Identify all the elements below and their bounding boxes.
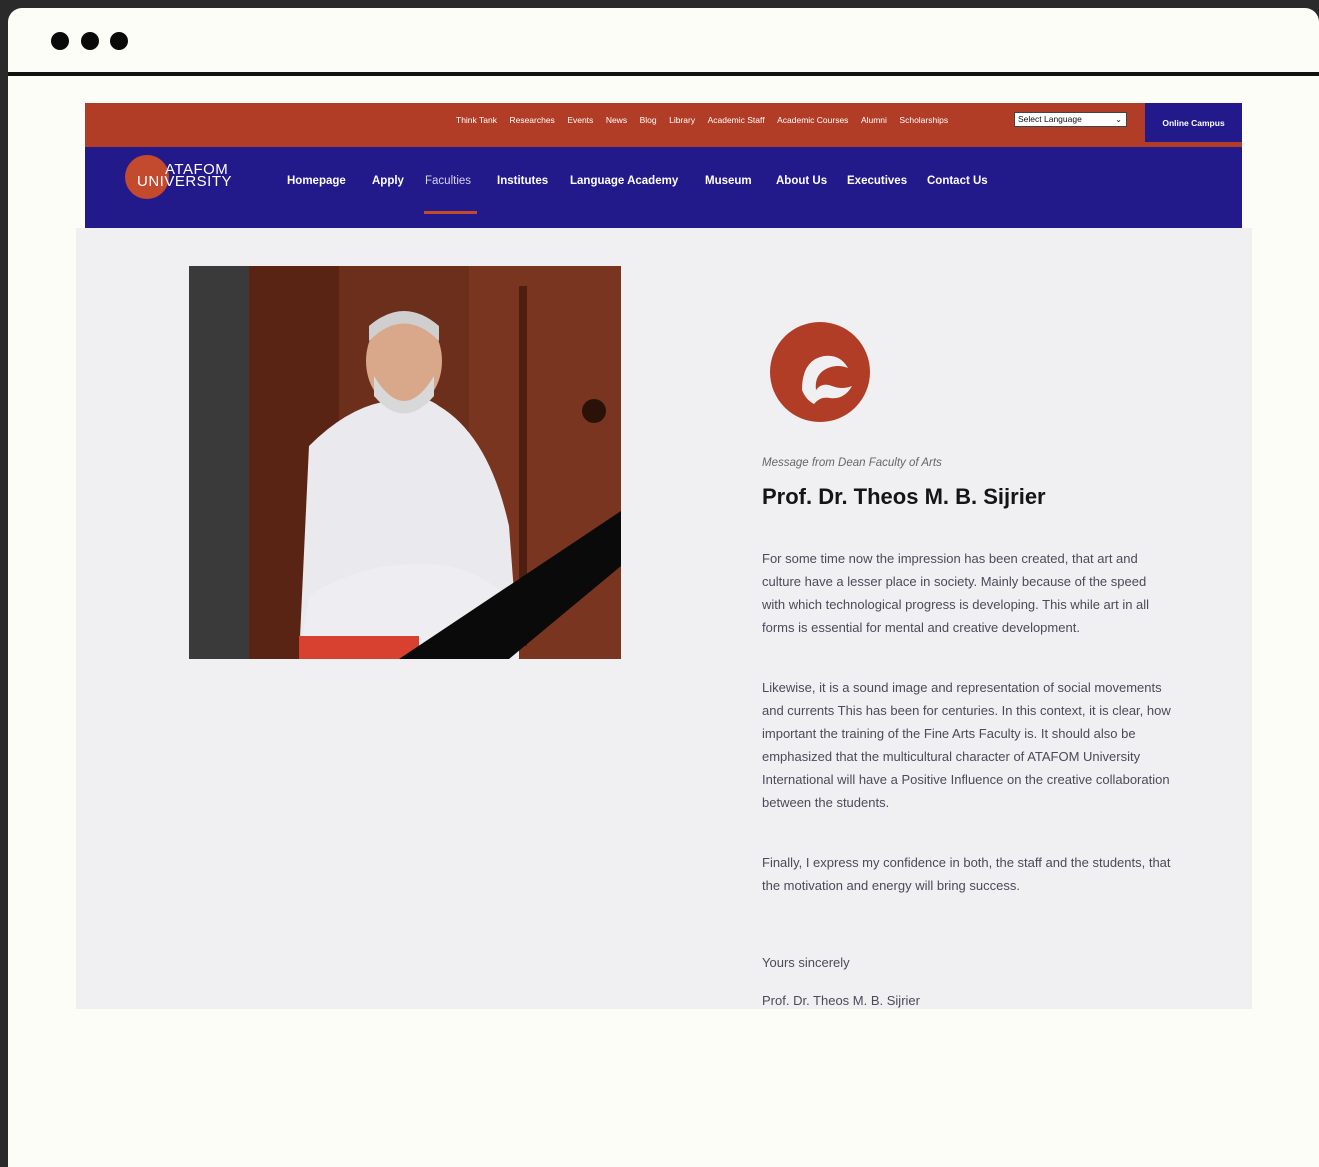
- toplink-blog[interactable]: Blog: [640, 115, 657, 125]
- toplink-library[interactable]: Library: [669, 115, 695, 125]
- dean-name-heading: Prof. Dr. Theos M. B. Sijrier: [762, 484, 1046, 509]
- nav-contact-us[interactable]: Contact Us: [927, 175, 988, 187]
- toplink-alumni[interactable]: Alumni: [861, 115, 887, 125]
- active-nav-underline: [424, 211, 477, 214]
- nav-apply[interactable]: Apply: [372, 175, 404, 187]
- toplink-news[interactable]: News: [606, 115, 627, 125]
- language-select[interactable]: Select Language ⌄: [1014, 112, 1127, 127]
- dean-message-section: Message from Dean Faculty of Arts Prof. …: [76, 228, 1252, 1009]
- dean-portrait-image: [189, 266, 621, 659]
- toplink-scholarships[interactable]: Scholarships: [899, 115, 948, 125]
- closing-text: Yours sincerely: [762, 955, 850, 970]
- main-navigation: ATAFOM UNIVERSITY Homepage Apply Faculti…: [85, 147, 1242, 228]
- toplink-events[interactable]: Events: [567, 115, 593, 125]
- logo-text-bottom: UNIVERSITY: [137, 173, 233, 190]
- nav-executives[interactable]: Executives: [847, 175, 907, 187]
- web-page: Think Tank Researches Events News Blog L…: [0, 0, 1319, 1167]
- message-paragraph-1: For some time now the impression has bee…: [762, 551, 1150, 635]
- signature-text: Prof. Dr. Theos M. B. Sijrier: [762, 993, 920, 1008]
- nav-homepage[interactable]: Homepage: [287, 175, 346, 187]
- toplink-academic-courses[interactable]: Academic Courses: [777, 115, 848, 125]
- university-logo[interactable]: ATAFOM UNIVERSITY: [125, 155, 240, 205]
- nav-language-academy[interactable]: Language Academy: [570, 175, 678, 187]
- message-paragraph-2: Likewise, it is a sound image and repres…: [762, 680, 1171, 810]
- top-utility-bar: Think Tank Researches Events News Blog L…: [85, 103, 1242, 147]
- toplink-academic-staff[interactable]: Academic Staff: [708, 115, 765, 125]
- nav-institutes[interactable]: Institutes: [497, 175, 548, 187]
- language-select-value: Select Language: [1018, 114, 1082, 124]
- toplink-think-tank[interactable]: Think Tank: [456, 115, 497, 125]
- toplink-researches[interactable]: Researches: [509, 115, 554, 125]
- message-paragraph-3: Finally, I express my confidence in both…: [762, 855, 1171, 893]
- online-campus-button[interactable]: Online Campus: [1145, 103, 1242, 142]
- message-subtitle: Message from Dean Faculty of Arts: [762, 457, 942, 469]
- university-emblem-icon: [770, 322, 870, 422]
- chevron-down-icon: ⌄: [1115, 115, 1122, 124]
- nav-museum[interactable]: Museum: [705, 175, 752, 187]
- portrait-illustration: [189, 266, 621, 659]
- nav-faculties[interactable]: Faculties: [425, 175, 471, 187]
- top-links: Think Tank Researches Events News Blog L…: [456, 103, 948, 137]
- nav-about-us[interactable]: About Us: [776, 175, 827, 187]
